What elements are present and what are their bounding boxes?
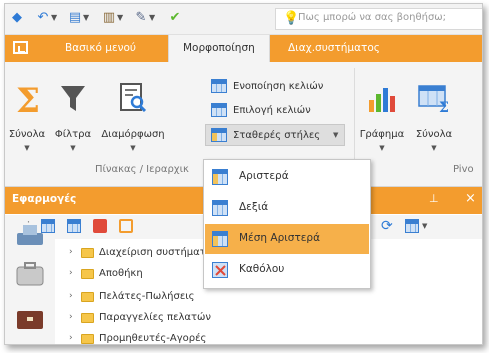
back-icon[interactable]: ↶ (35, 10, 51, 26)
quick-access-toolbar: ◆ ↶ ▼ ▤ ▼ ▥ ▼ ✎ ▼ ✔ 💡 Πως μπορώ να σας β… (5, 4, 482, 35)
sum-button[interactable]: Σ Σύνολα ▼ (5, 64, 49, 162)
fixed-columns-label: Σταθερές στήλες (233, 130, 321, 141)
table-sum-icon: Σ (418, 85, 449, 114)
group-label-table: Πίνακας / Ιεραρχικ (95, 164, 189, 175)
svg-text:Σ: Σ (16, 82, 40, 116)
chevron-down-icon[interactable]: ▼ (51, 13, 57, 22)
menu-item-label: Μέση Αριστερά (239, 232, 321, 244)
merge-cells-label: Ενοποίηση κελιών (233, 81, 324, 92)
chart-label: Γράφημα (359, 129, 405, 140)
tree-item-label: Παραγγελίες πελατών (99, 312, 211, 323)
app-icon[interactable]: ◆ (9, 10, 25, 26)
fixed-columns-dropdown: Αριστερά Δεξιά Μέση Αριστερά Καθόλου (203, 159, 371, 289)
close-icon[interactable]: × (465, 191, 476, 206)
format-label: Διαμόρφωση (101, 129, 165, 140)
chevron-down-icon: ▼ (431, 144, 437, 152)
pivot-sums-label: Σύνολα (415, 129, 453, 140)
chevron-right-icon[interactable]: › (69, 291, 73, 301)
menu-item-middle-left[interactable]: Μέση Αριστερά (205, 224, 369, 254)
filter-label: Φίλτρα (54, 129, 92, 140)
merge-cells-button[interactable]: Ενοποίηση κελιών (211, 76, 351, 98)
tools-icon[interactable] (13, 219, 49, 249)
chevron-down-icon: ▼ (24, 144, 30, 152)
freeze-none-icon (212, 262, 228, 278)
delete-item-icon[interactable] (93, 219, 107, 233)
app-window: ◆ ↶ ▼ ▤ ▼ ▥ ▼ ✎ ▼ ✔ 💡 Πως μπορώ να σας β… (4, 3, 483, 345)
columns-icon[interactable]: ▥ (101, 10, 117, 26)
tell-me-box[interactable]: 💡 Πως μπορώ να σας βοηθήσω; (275, 8, 482, 30)
sum-label: Σύνολα (8, 129, 46, 140)
folder-icon (81, 248, 94, 258)
fixed-columns-button[interactable]: Σταθερές στήλες ▼ (205, 124, 345, 146)
folder-icon (81, 334, 94, 344)
filter-button[interactable]: Φίλτρα ▼ (49, 64, 97, 162)
tab-format[interactable]: Μορφοποίηση (168, 35, 270, 62)
tree-item-label: Προμηθευτές-Αγορές (99, 333, 207, 344)
chevron-down-icon: ▼ (379, 144, 385, 152)
tell-me-placeholder: Πως μπορώ να σας βοηθήσω; (298, 12, 447, 23)
chevron-down-icon[interactable]: ▼ (333, 131, 338, 139)
tab-home[interactable]: Βασικό μενού (65, 35, 136, 62)
pivot-sums-button[interactable]: Σ Σύνολα ▼ (409, 64, 459, 162)
chevron-down-icon: ▼ (130, 144, 136, 152)
freeze-middle-left-icon (212, 231, 228, 247)
menu-item-right[interactable]: Δεξιά (205, 193, 369, 223)
chevron-down-icon[interactable]: ▼ (149, 13, 155, 22)
view-icon[interactable]: ▤ (67, 10, 83, 26)
chevron-down-icon: ▼ (70, 144, 76, 152)
folder-icon (81, 313, 94, 323)
select-cells-label: Επιλογή κελιών (233, 105, 311, 116)
svg-text:Σ: Σ (439, 100, 449, 114)
layout-icon[interactable] (405, 219, 419, 233)
bar-chart-icon (369, 88, 395, 112)
tab-system[interactable]: Διαχ.συστήματος (288, 35, 380, 62)
pin-icon[interactable]: ⊥ (429, 192, 439, 205)
refresh-icon[interactable]: ⟳ (381, 219, 395, 233)
funnel-icon (61, 86, 85, 111)
chevron-right-icon[interactable]: › (69, 247, 73, 257)
tree-item-label: Αποθήκη (99, 268, 143, 279)
menu-item-left[interactable]: Αριστερά (205, 162, 369, 192)
chevron-down-icon[interactable]: ▼ (117, 13, 123, 22)
select-cells-button[interactable]: Επιλογή κελιών (211, 100, 351, 122)
menu-item-label: Δεξιά (239, 201, 269, 213)
format-painter-icon[interactable]: ✎ (133, 10, 149, 26)
fixed-columns-icon (211, 128, 227, 142)
open-folder-icon[interactable] (119, 219, 133, 233)
select-cells-icon (211, 103, 227, 117)
freeze-right-icon (212, 200, 228, 216)
edit-item-icon[interactable] (67, 219, 81, 233)
chevron-right-icon[interactable]: › (69, 333, 73, 343)
chevron-down-icon[interactable]: ▼ (422, 222, 427, 230)
menu-item-label: Καθόλου (239, 263, 285, 275)
tree-item-label: Πελάτες-Πωλήσεις (99, 291, 195, 302)
file-menu-icon[interactable] (13, 41, 28, 54)
lightbulb-icon: 💡 (283, 11, 300, 26)
apps-pane-title: Εφαρμογές (12, 193, 77, 205)
briefcase-icon[interactable] (13, 259, 49, 289)
check-icon[interactable]: ✔ (167, 10, 183, 26)
chevron-right-icon[interactable]: › (69, 312, 73, 322)
chevron-right-icon[interactable]: › (69, 268, 73, 278)
format-button[interactable]: Διαμόρφωση ▼ (97, 64, 169, 162)
archive-box-icon[interactable] (13, 303, 49, 333)
ribbon-tabs: Βασικό μενού Μορφοποίηση Διαχ.συστήματος (5, 35, 482, 62)
document-search-icon (120, 83, 147, 113)
apps-sidebar (5, 225, 55, 344)
menu-item-none[interactable]: Καθόλου (205, 255, 369, 285)
folder-icon (81, 292, 94, 302)
menu-item-label: Αριστερά (239, 170, 289, 182)
sigma-icon: Σ (16, 82, 40, 116)
tree-item-label: Διαχείριση συστήματ (99, 247, 206, 258)
group-label-pivot: Pivo (453, 164, 474, 175)
folder-icon (81, 269, 94, 279)
chart-button[interactable]: Γράφημα ▼ (357, 64, 407, 162)
freeze-left-icon (212, 169, 228, 185)
merge-cells-icon (211, 79, 227, 93)
chevron-down-icon[interactable]: ▼ (83, 13, 89, 22)
